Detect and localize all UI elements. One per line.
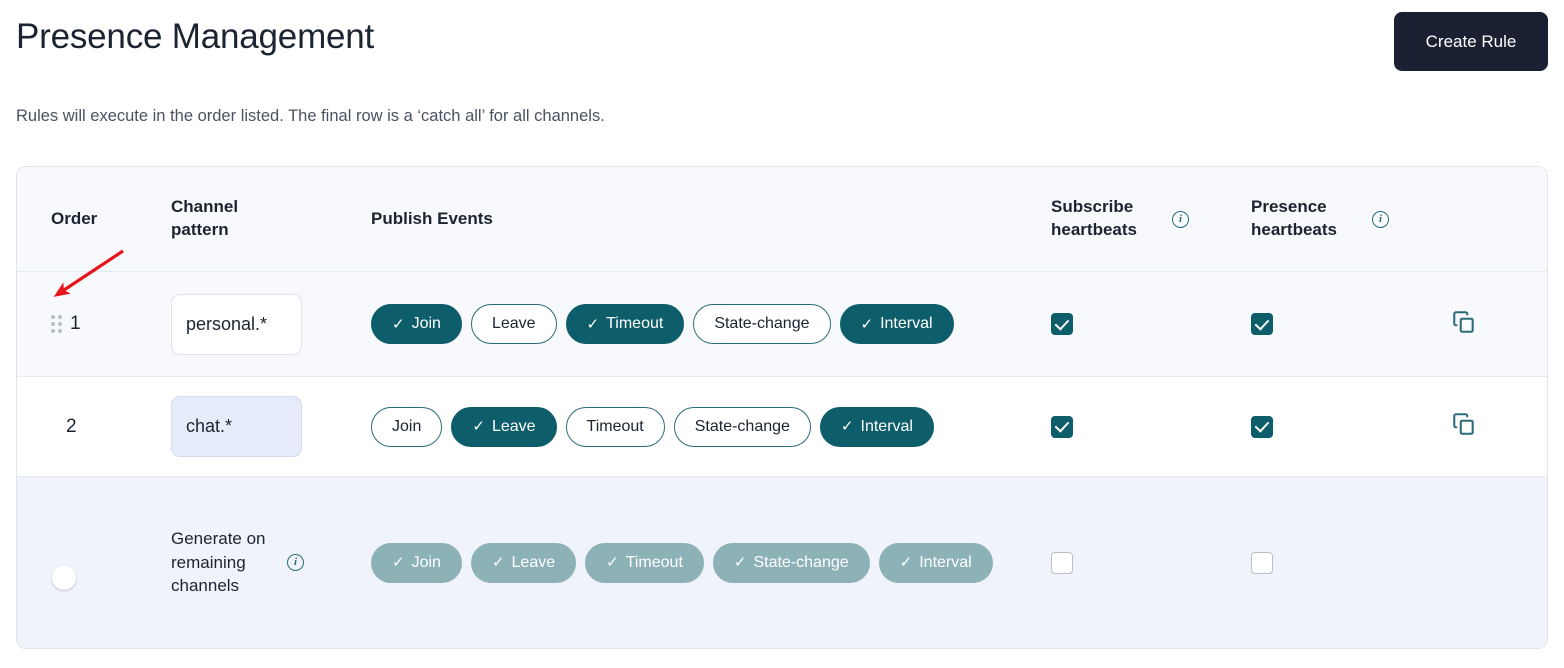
row-publish-events-cell: ✓ Join Leave ✓ Timeout State-change ✓ Inter…: [363, 304, 1051, 344]
row-presence-heartbeats-cell: [1251, 313, 1451, 335]
row-presence-heartbeats-cell: [1251, 415, 1451, 438]
table-header-row: Order Channel pattern Publish Events Sub…: [17, 167, 1547, 271]
event-pill-label: State-change: [714, 315, 810, 332]
check-icon: ✓: [491, 554, 505, 571]
order-number: 2: [66, 415, 77, 437]
event-pill-label: Timeout: [625, 553, 683, 571]
row-subscribe-heartbeats-cell: [1051, 415, 1251, 438]
check-icon: ✓: [392, 315, 405, 333]
event-pill-label: State-change: [694, 417, 790, 435]
check-icon: ✓: [733, 554, 747, 571]
create-rule-button[interactable]: Create Rule: [1394, 12, 1548, 71]
catch-all-label: Generate on remaining channels: [171, 529, 266, 596]
column-header-subscribe-heartbeats: Subscribe heartbeats i: [1051, 196, 1251, 242]
event-pill-leave[interactable]: ✓ Leave: [451, 406, 557, 447]
event-pill-interval[interactable]: ✓ Interval: [839, 304, 954, 344]
row-publish-events-cell: ✓ Join ✓ Leave ✓ Timeout ✓ State-change ✓ Int…: [363, 542, 1051, 583]
drag-handle-icon[interactable]: [51, 315, 62, 333]
event-pill-label: Join: [411, 553, 441, 571]
column-header-channel-pattern-label: Channel pattern: [171, 197, 239, 239]
row-publish-events-cell: Join ✓ Leave Timeout State-change ✓ Interv…: [363, 406, 1051, 447]
row-presence-heartbeats-cell: [1251, 551, 1451, 574]
check-icon: ✓: [472, 418, 485, 435]
channel-pattern-input[interactable]: [171, 293, 302, 355]
event-pill-label: Interval: [880, 315, 933, 332]
column-header-subscribe-heartbeats-label: Subscribe heartbeats: [1051, 197, 1137, 239]
subscribe-heartbeats-checkbox[interactable]: [1051, 551, 1073, 574]
row-channel-pattern-cell: [171, 396, 363, 457]
row-order-cell: 1: [17, 313, 171, 335]
table-row: 1 ✓ Join Leave ✓ Timeout State-change ✓ Int…: [17, 271, 1547, 376]
event-pill-leave: ✓ Leave: [470, 542, 577, 583]
event-pill-label: Leave: [491, 315, 536, 332]
check-icon: ✓: [899, 554, 913, 571]
row-channel-pattern-cell: Generate on remaining channels i: [171, 527, 363, 597]
column-header-publish-events: Publish Events: [371, 208, 493, 228]
event-pill-state-change[interactable]: State-change: [673, 406, 811, 447]
presence-management-page: Presence Management Create Rule Rules wi…: [0, 0, 1564, 668]
presence-heartbeats-checkbox[interactable]: [1251, 313, 1273, 335]
row-subscribe-heartbeats-cell: [1051, 313, 1251, 335]
event-pill-label: Timeout: [606, 315, 664, 332]
event-pill-interval: ✓ Interval: [878, 542, 993, 583]
page-header: Presence Management Create Rule: [16, 0, 1548, 84]
event-pill-join: ✓ Join: [371, 542, 462, 583]
check-icon: ✓: [840, 418, 854, 435]
event-pill-label: State-change: [753, 553, 849, 571]
page-title: Presence Management: [16, 17, 375, 56]
copy-icon[interactable]: [1451, 411, 1477, 437]
table-row: 2 Join ✓ Leave Timeout State-change ✓ Inte…: [17, 376, 1547, 476]
row-actions-cell: [1451, 309, 1547, 340]
event-pill-timeout[interactable]: ✓ Timeout: [565, 304, 685, 344]
event-pill-timeout[interactable]: Timeout: [565, 406, 665, 447]
info-icon[interactable]: i: [1172, 210, 1189, 228]
rules-table: Order Channel pattern Publish Events Sub…: [16, 166, 1548, 649]
column-header-channel-pattern: Channel pattern: [171, 196, 363, 242]
event-pill-join[interactable]: ✓ Join: [371, 304, 462, 344]
info-icon[interactable]: i: [1372, 210, 1389, 228]
row-order-cell: 2: [17, 416, 171, 438]
event-pill-join[interactable]: Join: [371, 406, 443, 447]
page-subtitle: Rules will execute in the order listed. …: [16, 107, 605, 125]
column-header-presence-heartbeats: Presence heartbeats i: [1251, 196, 1451, 242]
row-actions-cell: [1451, 411, 1547, 442]
check-icon: ✓: [606, 554, 619, 571]
row-subscribe-heartbeats-cell: [1051, 551, 1251, 574]
event-pill-label: Timeout: [586, 417, 644, 435]
info-icon[interactable]: i: [287, 553, 304, 571]
event-pill-label: Join: [392, 417, 422, 435]
event-pill-state-change: ✓ State-change: [712, 542, 870, 583]
event-pill-label: Interval: [919, 553, 972, 571]
event-pill-state-change[interactable]: State-change: [693, 304, 831, 344]
event-pill-interval[interactable]: ✓ Interval: [819, 406, 934, 447]
presence-heartbeats-checkbox[interactable]: [1251, 551, 1273, 574]
table-row-catch-all: Generate on remaining channels i ✓ Join ✓…: [17, 476, 1547, 648]
event-pill-timeout: ✓ Timeout: [585, 542, 704, 583]
event-pill-label: Interval: [860, 417, 913, 435]
row-channel-pattern-cell: [171, 293, 363, 355]
column-header-presence-heartbeats-label: Presence heartbeats: [1251, 197, 1337, 239]
subscribe-heartbeats-checkbox[interactable]: [1051, 415, 1073, 438]
subscribe-heartbeats-checkbox[interactable]: [1051, 313, 1073, 335]
presence-heartbeats-checkbox[interactable]: [1251, 415, 1273, 438]
event-pill-leave[interactable]: Leave: [470, 304, 557, 344]
check-icon: ✓: [392, 554, 405, 571]
event-pill-label: Join: [411, 315, 441, 332]
event-pill-label: Leave: [491, 417, 536, 435]
copy-icon[interactable]: [1451, 309, 1477, 335]
check-icon: ✓: [860, 315, 874, 333]
order-number: 1: [70, 313, 81, 334]
event-pill-label: Leave: [511, 553, 556, 571]
check-icon: ✓: [586, 315, 600, 333]
channel-pattern-input[interactable]: [171, 396, 302, 457]
column-header-order: Order: [51, 208, 98, 228]
